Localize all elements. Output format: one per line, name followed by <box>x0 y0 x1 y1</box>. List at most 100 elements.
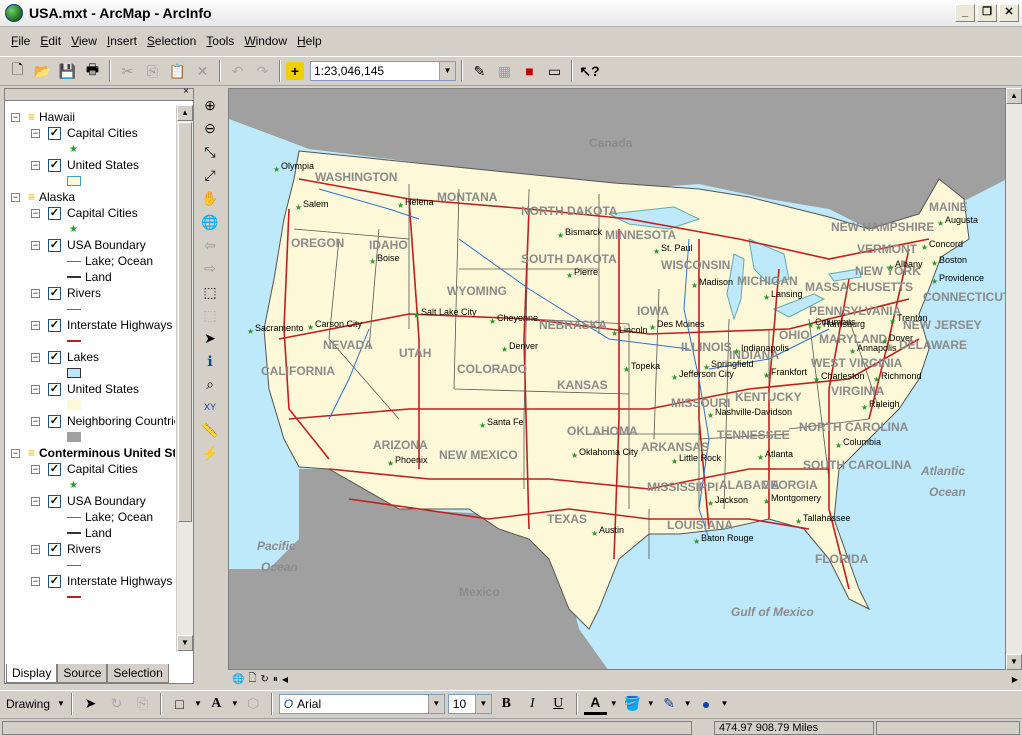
layer-visibility-checkbox[interactable]: ✓ <box>48 206 61 220</box>
font-size-combo[interactable]: 10 ▼ <box>447 693 492 714</box>
data-view-icon[interactable]: 🌐 <box>232 674 244 685</box>
layer-visibility-checkbox[interactable]: ✓ <box>48 318 61 332</box>
arctoolbox-icon[interactable]: ■ <box>518 60 541 83</box>
menu-item[interactable]: View <box>66 32 102 50</box>
line-color-icon[interactable]: ✎ <box>658 692 681 715</box>
save-icon[interactable]: 💾 <box>56 60 79 83</box>
menu-item[interactable]: Help <box>292 32 327 50</box>
scroll-down-icon[interactable]: ▼ <box>177 635 193 651</box>
go-to-xy-icon[interactable]: XY <box>199 396 221 418</box>
whats-this-help-icon[interactable]: ↖? <box>578 60 601 83</box>
layer-visibility-checkbox[interactable]: ✓ <box>48 542 61 556</box>
font-color-icon[interactable]: A <box>583 692 607 715</box>
layer-visibility-checkbox[interactable]: ✓ <box>48 126 61 140</box>
copy-icon[interactable]: ⎘ <box>141 60 164 83</box>
close-button[interactable]: ✕ <box>999 4 1019 22</box>
layer-label[interactable]: Neighboring Countries <box>67 414 175 428</box>
rectangle-icon[interactable]: □ <box>168 692 191 715</box>
data-frame-label[interactable]: Hawaii <box>39 110 75 124</box>
layer-label[interactable]: Capital Cities <box>67 206 138 220</box>
zoom-out-icon[interactable]: ⊖ <box>199 117 221 139</box>
layer-visibility-checkbox[interactable]: ✓ <box>48 350 61 364</box>
layer-label[interactable]: USA Boundary <box>67 494 146 508</box>
back-arrow-icon[interactable]: ⇦ <box>199 234 221 256</box>
delete-icon[interactable]: ✕ <box>191 60 214 83</box>
text-tool-icon[interactable]: A <box>205 692 228 715</box>
identify-icon[interactable]: ℹ <box>199 350 221 372</box>
collapse-icon[interactable]: − <box>11 112 20 122</box>
chevron-down-icon[interactable]: ▼ <box>474 694 491 713</box>
editor-toolbar-icon[interactable]: ✎ <box>468 60 491 83</box>
redo-icon[interactable]: ↷ <box>251 60 274 83</box>
chevron-down-icon[interactable]: ▼ <box>610 699 618 708</box>
cut-icon[interactable]: ✂ <box>116 60 139 83</box>
minimize-button[interactable]: _ <box>955 4 975 22</box>
menu-item[interactable]: Tools <box>201 32 239 50</box>
zoom-in-icon[interactable]: ⊕ <box>199 94 221 116</box>
select-elements-arrow-icon[interactable]: ➤ <box>199 327 221 349</box>
find-binoculars-icon[interactable]: ⌕ <box>199 373 221 395</box>
collapse-icon[interactable]: − <box>11 192 20 202</box>
command-line-icon[interactable]: ▭ <box>543 60 566 83</box>
collapse-icon[interactable]: − <box>31 416 40 426</box>
map-scale-combo[interactable]: 1:23,046,145 ▼ <box>310 61 456 81</box>
chevron-down-icon[interactable]: ▼ <box>647 699 655 708</box>
scroll-up-icon[interactable]: ▲ <box>1006 88 1022 104</box>
layer-visibility-checkbox[interactable]: ✓ <box>48 462 61 476</box>
layer-label[interactable]: Capital Cities <box>67 462 138 476</box>
toc-scrollbar[interactable]: ▲ ▼ <box>176 105 193 651</box>
map-scrollbar[interactable]: ▲ ▼ <box>1006 88 1022 670</box>
underline-button[interactable]: U <box>547 692 570 715</box>
chevron-down-icon[interactable]: ▼ <box>194 699 202 708</box>
layer-label[interactable]: Capital Cities <box>67 126 138 140</box>
tab-display[interactable]: Display <box>6 664 58 683</box>
layer-label[interactable]: Interstate Highways <box>67 318 172 332</box>
collapse-icon[interactable]: − <box>31 320 40 330</box>
layer-visibility-checkbox[interactable]: ✓ <box>48 238 61 252</box>
drawing-menu[interactable]: Drawing <box>6 697 50 711</box>
layer-label[interactable]: United States <box>67 382 139 396</box>
zoom-to-selected-icon[interactable]: ⎘ <box>131 692 154 715</box>
chevron-down-icon[interactable]: ▼ <box>231 699 239 708</box>
layer-visibility-checkbox[interactable]: ✓ <box>48 286 61 300</box>
pan-hand-icon[interactable]: ✋ <box>199 187 221 209</box>
collapse-icon[interactable]: − <box>31 288 40 298</box>
scroll-up-icon[interactable]: ▲ <box>177 105 193 121</box>
open-folder-icon[interactable]: 📂 <box>31 60 54 83</box>
arccatalog-icon[interactable]: ▦ <box>493 60 516 83</box>
tab-selection[interactable]: Selection <box>107 664 169 683</box>
restore-button[interactable]: ❐ <box>977 4 997 22</box>
menu-item[interactable]: Insert <box>102 32 142 50</box>
font-combo[interactable]: O Arial ▼ <box>278 693 445 714</box>
new-document-icon[interactable]: 🗋 <box>6 60 29 83</box>
layer-visibility-checkbox[interactable]: ✓ <box>48 158 61 172</box>
select-features-icon[interactable]: ⬚ <box>199 281 221 303</box>
bold-button[interactable]: B <box>495 692 518 715</box>
layer-visibility-checkbox[interactable]: ✓ <box>48 414 61 428</box>
scroll-left-icon[interactable]: ◀ <box>282 675 288 684</box>
pause-drawing-icon[interactable]: ⏸ <box>273 674 278 685</box>
chevron-down-icon[interactable]: ▼ <box>684 699 692 708</box>
collapse-icon[interactable]: − <box>31 496 40 506</box>
chevron-down-icon[interactable]: ▼ <box>439 62 455 80</box>
scroll-thumb[interactable] <box>178 122 192 522</box>
measure-icon[interactable]: 📏 <box>199 419 221 441</box>
hyperlink-icon[interactable]: ⚡ <box>199 442 221 464</box>
close-icon[interactable]: × <box>183 86 189 97</box>
rotate-icon[interactable]: ↻ <box>105 692 128 715</box>
menu-item[interactable]: Window <box>239 32 292 50</box>
chevron-down-icon[interactable]: ▼ <box>427 694 444 713</box>
edit-vertices-icon[interactable]: ⬡ <box>242 692 265 715</box>
layout-view-icon[interactable]: 🗋 <box>248 671 256 688</box>
refresh-icon[interactable]: ↻ <box>261 674 269 685</box>
full-extent-globe-icon[interactable]: 🌐 <box>199 211 221 233</box>
chevron-down-icon[interactable]: ▼ <box>57 699 65 708</box>
chevron-down-icon[interactable]: ▼ <box>721 699 729 708</box>
layer-visibility-checkbox[interactable]: ✓ <box>48 494 61 508</box>
collapse-icon[interactable]: − <box>31 160 40 170</box>
collapse-icon[interactable]: − <box>31 544 40 554</box>
layer-label[interactable]: USA Boundary <box>67 238 146 252</box>
fill-color-icon[interactable]: 🪣 <box>621 692 644 715</box>
data-frame-label[interactable]: Conterminous United States <box>39 446 175 460</box>
layer-label[interactable]: Interstate Highways <box>67 574 172 588</box>
